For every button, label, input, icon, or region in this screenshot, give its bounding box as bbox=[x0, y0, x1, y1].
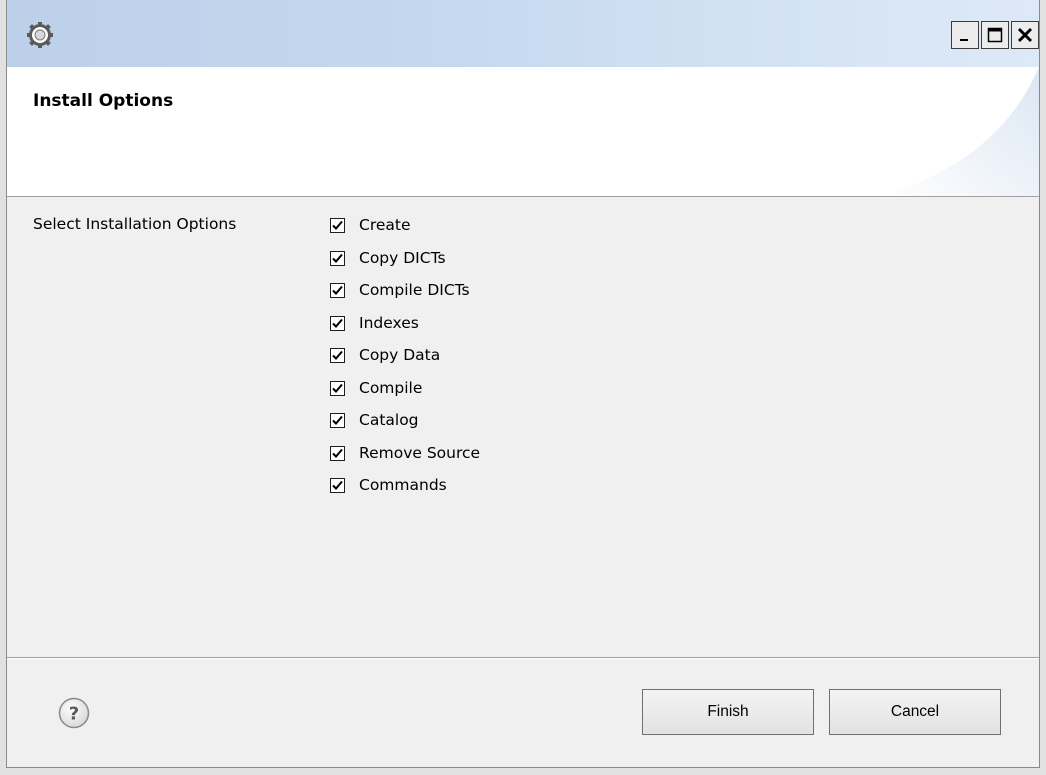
option-remove-source[interactable]: Remove Source bbox=[330, 443, 480, 476]
title-bar[interactable] bbox=[7, 0, 1039, 67]
checkmark-icon bbox=[332, 285, 343, 295]
option-label: Indexes bbox=[359, 313, 419, 332]
option-label: Copy Data bbox=[359, 346, 441, 364]
checkbox[interactable] bbox=[330, 348, 345, 363]
option-copy-dicts[interactable]: Copy DICTs bbox=[330, 248, 480, 281]
checkmark-icon bbox=[332, 350, 343, 360]
dialog-content: Select Installation Options Create Copy … bbox=[7, 197, 1039, 657]
page-title: Install Options bbox=[33, 91, 174, 111]
option-label: Remove Source bbox=[359, 443, 481, 462]
gear-icon bbox=[27, 22, 53, 48]
checkmark-icon bbox=[332, 480, 343, 490]
finish-button[interactable]: Finish bbox=[642, 689, 814, 735]
footer-divider bbox=[7, 657, 1039, 659]
checkmark-icon bbox=[332, 415, 343, 425]
cancel-button[interactable]: Cancel bbox=[829, 689, 1001, 735]
checkbox[interactable] bbox=[330, 478, 345, 493]
install-options-dialog: Install Options Select Installation Opti… bbox=[0, 0, 1046, 775]
help-icon[interactable]: ? bbox=[58, 697, 90, 729]
close-button[interactable] bbox=[1011, 21, 1039, 49]
option-catalog[interactable]: Catalog bbox=[330, 410, 480, 443]
checkbox[interactable] bbox=[330, 218, 345, 233]
svg-text:?: ? bbox=[69, 704, 79, 725]
maximize-icon bbox=[987, 27, 1003, 43]
checkbox[interactable] bbox=[330, 380, 345, 396]
checkmark-icon bbox=[332, 318, 343, 328]
dialog-header: Install Options bbox=[7, 67, 1039, 197]
option-label: Compile bbox=[359, 378, 423, 397]
checkbox[interactable] bbox=[330, 445, 345, 461]
checkmark-icon bbox=[332, 448, 343, 458]
checkbox[interactable] bbox=[330, 283, 345, 298]
option-label: Create bbox=[359, 216, 411, 234]
option-label: Compile DICTs bbox=[359, 281, 470, 299]
option-compile-dicts[interactable]: Compile DICTs bbox=[330, 280, 480, 313]
option-copy-data[interactable]: Copy Data bbox=[330, 345, 480, 378]
checkmark-icon bbox=[332, 253, 343, 263]
checkbox[interactable] bbox=[330, 413, 345, 428]
option-compile[interactable]: Compile bbox=[330, 378, 480, 411]
checkmark-icon bbox=[332, 220, 343, 230]
option-label: Copy DICTs bbox=[359, 248, 446, 267]
maximize-button[interactable] bbox=[981, 21, 1009, 49]
options-label: Select Installation Options bbox=[33, 215, 237, 233]
minimize-icon bbox=[960, 39, 968, 41]
option-indexes[interactable]: Indexes bbox=[330, 313, 480, 346]
option-list: Create Copy DICTs Compile DICTs Indexes … bbox=[330, 215, 480, 508]
window-controls bbox=[949, 21, 1039, 49]
option-label: Commands bbox=[359, 476, 447, 494]
checkbox[interactable] bbox=[330, 315, 345, 331]
checkbox[interactable] bbox=[330, 250, 345, 266]
option-label: Catalog bbox=[359, 411, 419, 429]
minimize-button[interactable] bbox=[951, 21, 979, 49]
option-commands[interactable]: Commands bbox=[330, 475, 480, 508]
header-decoration bbox=[879, 67, 1039, 196]
close-icon bbox=[1017, 27, 1033, 43]
option-create[interactable]: Create bbox=[330, 215, 480, 248]
checkmark-icon bbox=[332, 383, 343, 393]
